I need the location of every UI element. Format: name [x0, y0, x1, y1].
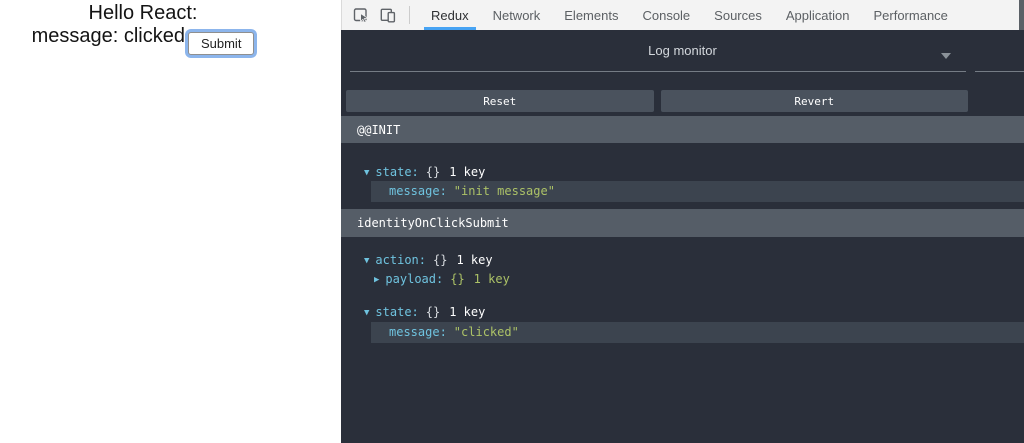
tab-sources[interactable]: Sources: [702, 0, 774, 30]
window-edge: [1019, 0, 1024, 30]
tab-console[interactable]: Console: [630, 0, 702, 30]
triangle-down-icon[interactable]: ▼: [364, 256, 369, 266]
monitor-selector[interactable]: Log monitor: [341, 30, 1024, 71]
tab-application[interactable]: Application: [774, 0, 862, 30]
message-value: "clicked": [453, 325, 519, 339]
monitor-selector-label: Log monitor: [648, 43, 717, 58]
app-page: Hello React: message: clicked Submit: [0, 0, 341, 443]
chevron-down-icon: [941, 53, 951, 59]
action-count: 1 key: [456, 253, 493, 267]
selector-underline-right: [975, 71, 1024, 72]
state-brace: {}: [425, 305, 441, 319]
action-entry-title-init[interactable]: @@INIT: [341, 116, 1024, 143]
tab-performance[interactable]: Performance: [861, 0, 959, 30]
state-row[interactable]: ▼ state: {} 1 key: [364, 304, 485, 320]
submit-button[interactable]: Submit: [187, 32, 255, 55]
action-row[interactable]: ▼ action: {} 1 key: [364, 252, 493, 268]
payload-brace: {}: [450, 272, 465, 286]
message-row: message: "init message": [371, 181, 1024, 202]
triangle-right-icon[interactable]: ▶: [374, 275, 379, 285]
message-key: message:: [389, 325, 447, 339]
app-heading: Hello React:: [88, 2, 198, 24]
revert-button[interactable]: Revert: [660, 90, 968, 112]
tab-network[interactable]: Network: [481, 0, 553, 30]
payload-row[interactable]: ▶ payload: {} 1 key: [374, 271, 510, 287]
action-entry-title-identity[interactable]: identityOnClickSubmit: [341, 209, 1024, 237]
tab-redux[interactable]: Redux: [419, 0, 481, 30]
device-toolbar-icon[interactable]: [380, 7, 396, 23]
state-count: 1 key: [449, 305, 486, 319]
action-key[interactable]: action:: [375, 253, 426, 267]
triangle-down-icon[interactable]: ▼: [364, 308, 369, 318]
toolbar-separator: [409, 6, 410, 24]
state-key[interactable]: state:: [375, 305, 418, 319]
payload-key[interactable]: payload:: [385, 272, 443, 286]
devtools-tabs: Redux Network Elements Console Sources A…: [419, 0, 960, 30]
inspect-icon[interactable]: [353, 7, 369, 23]
app-text-block: Hello React: message: clicked Submit: [0, 2, 286, 55]
state-key[interactable]: state:: [375, 165, 418, 179]
devtools-tabbar: Redux Network Elements Console Sources A…: [341, 0, 1024, 30]
tab-elements[interactable]: Elements: [552, 0, 630, 30]
message-key: message:: [389, 184, 447, 198]
action-brace: {}: [433, 253, 448, 267]
payload-count: 1 key: [473, 272, 510, 286]
state-brace: {}: [425, 165, 441, 179]
triangle-down-icon[interactable]: ▼: [364, 168, 369, 178]
message-row: message: "clicked": [371, 322, 1024, 343]
app-message: message: clicked: [31, 25, 185, 47]
state-row[interactable]: ▼ state: {} 1 key: [364, 164, 485, 180]
state-count: 1 key: [449, 165, 486, 179]
reset-button[interactable]: Reset: [346, 90, 654, 112]
redux-panel: Log monitor Reset Revert @@INIT ▼ state: {…: [341, 30, 1024, 443]
selector-underline: [350, 71, 966, 72]
message-value: "init message": [453, 184, 555, 198]
monitor-button-bar: Reset Revert: [346, 90, 968, 112]
devtools-panel: Redux Network Elements Console Sources A…: [341, 0, 1024, 443]
